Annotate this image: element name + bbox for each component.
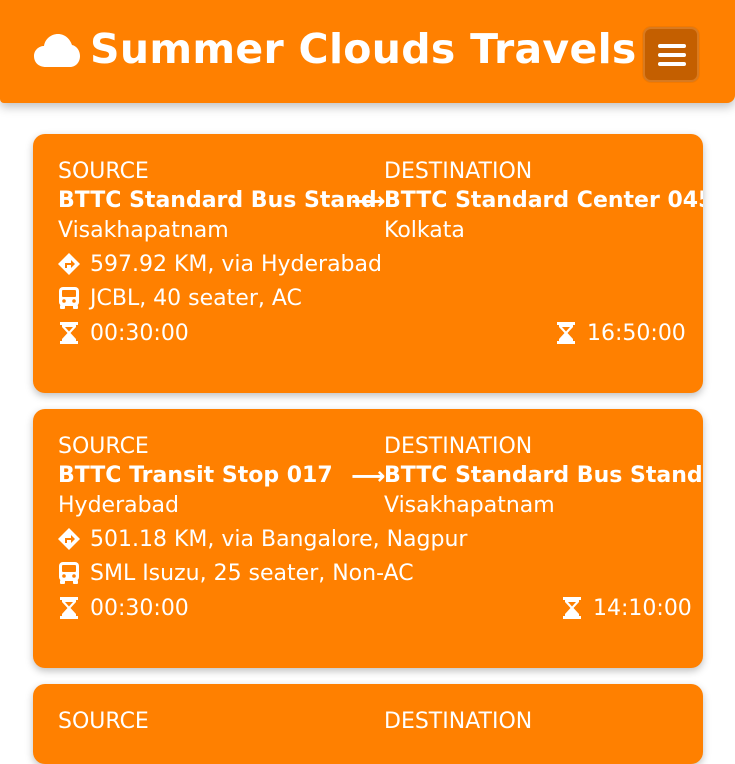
hourglass-icon xyxy=(557,322,575,344)
bus-icon xyxy=(59,287,79,309)
source-name: BTTC Standard Bus Stand xyxy=(58,188,377,213)
hourglass-icon xyxy=(60,322,78,344)
destination-name: BTTC Standard Center 045 xyxy=(384,188,703,213)
destination-label: DESTINATION xyxy=(384,159,533,184)
arrow-right-icon: ⟶ xyxy=(351,462,386,490)
hamburger-icon xyxy=(658,44,686,66)
directions-icon xyxy=(58,528,80,550)
source-city: Visakhapatnam xyxy=(58,218,229,243)
arrival-time: 14:10:00 xyxy=(593,596,692,621)
route-card[interactable]: SOURCE DESTINATION xyxy=(33,684,703,764)
cloud-icon xyxy=(34,34,80,67)
source-city: Hyderabad xyxy=(58,493,179,518)
arrival-time: 16:50:00 xyxy=(587,321,686,346)
distance-text: 597.92 KM, via Hyderabad xyxy=(90,252,382,277)
destination-name: BTTC Standard Bus Stand xyxy=(384,463,703,488)
source-label: SOURCE xyxy=(58,709,149,734)
route-card[interactable]: SOURCE BTTC Standard Bus Stand Visakhapa… xyxy=(33,134,703,393)
route-card[interactable]: SOURCE BTTC Transit Stop 017 Hyderabad ⟶… xyxy=(33,409,703,668)
hourglass-icon xyxy=(60,597,78,619)
source-label: SOURCE xyxy=(58,434,149,459)
departure-time: 00:30:00 xyxy=(90,321,189,346)
source-label: SOURCE xyxy=(58,159,149,184)
bus-icon xyxy=(59,562,79,584)
arrow-right-icon: ⟶ xyxy=(351,187,386,215)
hourglass-icon xyxy=(563,597,581,619)
destination-label: DESTINATION xyxy=(384,434,533,459)
navbar: Summer Clouds Travels xyxy=(0,0,735,103)
destination-label: DESTINATION xyxy=(384,709,533,734)
source-name: BTTC Transit Stop 017 xyxy=(58,463,333,488)
directions-icon xyxy=(58,253,80,275)
brand-title[interactable]: Summer Clouds Travels xyxy=(90,22,637,76)
bus-details-text: JCBL, 40 seater, AC xyxy=(90,286,302,311)
menu-toggle-button[interactable] xyxy=(643,27,699,82)
departure-time: 00:30:00 xyxy=(90,596,189,621)
destination-city: Visakhapatnam xyxy=(384,493,555,518)
distance-text: 501.18 KM, via Bangalore, Nagpur xyxy=(90,527,468,552)
bus-details-text: SML Isuzu, 25 seater, Non-AC xyxy=(90,561,414,586)
destination-city: Kolkata xyxy=(384,218,465,243)
